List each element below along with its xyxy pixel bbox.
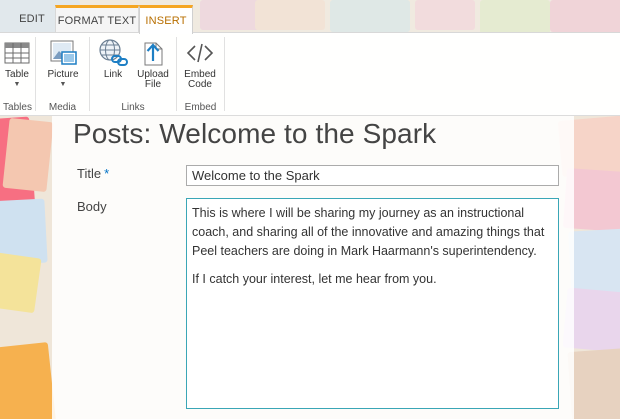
ribbon-group-links: Link Upload File Links [90, 33, 176, 115]
ribbon-group-tables: Table ▼ Tables [0, 33, 35, 115]
link-icon [99, 39, 128, 66]
group-label-media: Media [48, 102, 77, 113]
title-field-label: Title * [77, 166, 109, 181]
ribbon-insert-panel: Table ▼ Tables Picture ▼ Media Link Uplo… [0, 33, 620, 116]
ribbon-group-media: Picture ▼ Media [36, 33, 89, 115]
ribbon-group-embed: Embed Code Embed [177, 33, 224, 115]
group-label-embed: Embed [184, 102, 217, 113]
group-label-tables: Tables [3, 102, 32, 113]
chevron-down-icon: ▼ [13, 81, 21, 88]
ribbon-separator [224, 37, 225, 111]
picture-button[interactable]: Picture ▼ [42, 37, 84, 97]
body-paragraph: This is where I will be sharing my journ… [192, 206, 545, 258]
body-rich-text-editor[interactable]: This is where I will be sharing my journ… [186, 198, 559, 409]
tab-edit[interactable]: EDIT [9, 5, 55, 33]
ribbon-tab-bar: EDIT FORMAT TEXT INSERT [0, 0, 620, 34]
required-marker: * [104, 166, 110, 181]
page-title: Posts: Welcome to the Spark [73, 118, 437, 149]
table-icon [4, 42, 30, 64]
tab-format-text[interactable]: FORMAT TEXT [55, 5, 139, 33]
tab-insert[interactable]: INSERT [139, 5, 193, 34]
title-label-text: Title [77, 166, 102, 181]
link-button[interactable]: Link [92, 37, 134, 97]
embed-code-icon [186, 43, 214, 63]
group-label-links: Links [121, 102, 145, 113]
embed-code-button[interactable]: Embed Code [179, 37, 221, 97]
title-input[interactable] [186, 165, 559, 186]
picture-button-label: Picture [47, 69, 79, 80]
link-button-label: Link [103, 69, 123, 80]
upload-file-icon [144, 42, 163, 66]
picture-icon [50, 40, 77, 65]
upload-file-button-label: Upload File [137, 69, 169, 90]
table-button-label: Table [5, 69, 29, 80]
table-button[interactable]: Table ▼ [0, 37, 38, 97]
chevron-down-icon: ▼ [59, 81, 67, 88]
body-field-label: Body [77, 199, 107, 214]
embed-code-button-label: Embed Code [184, 69, 216, 90]
upload-file-button[interactable]: Upload File [132, 37, 174, 97]
body-paragraph: If I catch your interest, let me hear fr… [192, 272, 437, 286]
